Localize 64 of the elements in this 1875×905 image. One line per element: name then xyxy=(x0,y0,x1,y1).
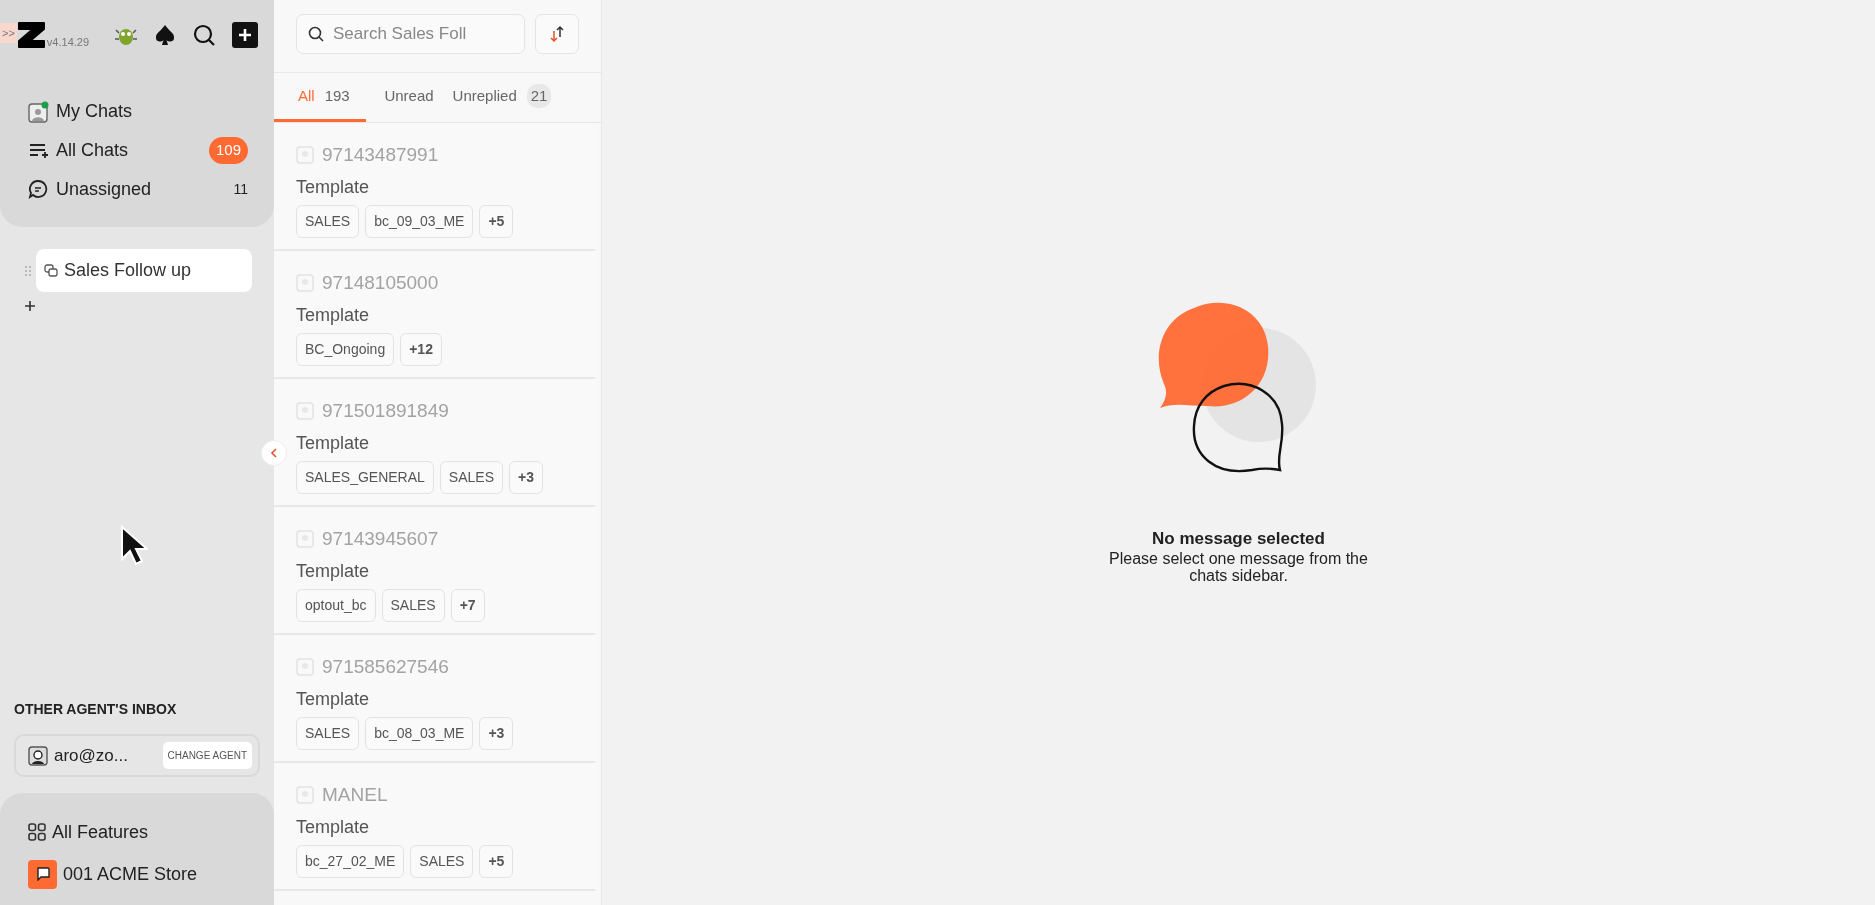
tag: +12 xyxy=(400,332,442,366)
nav-item[interactable]: My Chats xyxy=(0,92,274,131)
user-icon xyxy=(28,100,50,123)
search-field[interactable]: Search Sales Foll xyxy=(296,14,525,54)
tag: SALES xyxy=(381,588,445,622)
empty-state-title: No message selected xyxy=(1152,527,1325,550)
tag: SALES xyxy=(439,460,503,494)
drag-handle-icon xyxy=(24,264,32,277)
tag: bc_08_03_ME xyxy=(365,716,474,750)
grid-icon xyxy=(28,823,46,841)
message-preview: Template xyxy=(296,815,371,839)
empty-state-text: Please select one message from the chats sidebar. xyxy=(1108,551,1369,586)
nav-item[interactable]: Unassigned 11 xyxy=(0,170,274,209)
contact-name: 971501891849 xyxy=(322,399,449,423)
menu-item[interactable]: 001 ACME Store xyxy=(0,853,274,895)
message-preview: Template xyxy=(296,431,371,455)
tab[interactable]: Unreplied 21 xyxy=(452,73,552,122)
tag: +7 xyxy=(450,588,485,622)
tag: SALES xyxy=(410,844,474,878)
message-preview: Template xyxy=(296,559,371,583)
chevron-icon xyxy=(270,448,278,458)
logo-icon xyxy=(16,21,47,49)
tag: bc_09_03_ME xyxy=(365,204,474,238)
tag: +5 xyxy=(479,204,514,238)
tag: SALES xyxy=(296,716,360,750)
message-preview: Template xyxy=(296,687,371,711)
tag: SALES xyxy=(296,204,360,238)
contact-name: 97143487991 xyxy=(322,143,439,167)
tag: +3 xyxy=(509,460,543,494)
agent-selector[interactable]: aro@zo... CHANGE AGENT xyxy=(14,734,260,777)
spade-icon[interactable] xyxy=(154,24,176,46)
change-agent-button[interactable]: CHANGE AGENT xyxy=(162,742,252,769)
version-label: v4.14.29 xyxy=(46,34,90,50)
tag: SALES_GENERAL xyxy=(296,460,434,494)
message-preview: Template xyxy=(296,303,371,327)
nav-item[interactable]: All Chats 109 xyxy=(0,131,274,170)
avatar-icon xyxy=(28,745,48,766)
section-heading: OTHER AGENT'S INBOX xyxy=(13,700,178,719)
tag: bc_27_02_ME xyxy=(296,844,405,878)
contact-name: MANEL xyxy=(322,783,388,807)
menu-item[interactable]: All Features xyxy=(0,811,274,853)
add-icon[interactable] xyxy=(24,300,36,312)
contact-name: 97148105000 xyxy=(322,271,439,295)
expand-button[interactable]: >> xyxy=(0,22,17,44)
search-icon xyxy=(308,26,324,42)
tab[interactable]: Unread xyxy=(366,73,452,122)
contact-name: 971585627546 xyxy=(322,655,449,679)
message-preview: Template xyxy=(296,175,371,199)
tag: +3 xyxy=(479,716,514,750)
tag: optout_bc xyxy=(296,588,376,622)
contact-name: 97143945607 xyxy=(322,527,439,551)
chat-icon xyxy=(28,178,50,201)
cursor-icon xyxy=(120,525,148,565)
count-badge: 109 xyxy=(208,137,248,164)
add-icon[interactable] xyxy=(232,22,258,48)
folder-item[interactable]: Sales Follow up xyxy=(36,249,252,292)
tag: +5 xyxy=(479,844,514,878)
count-label: 11 xyxy=(233,180,248,199)
sort-icon xyxy=(550,25,564,43)
sort-button[interactable] xyxy=(535,14,579,54)
chat-icon xyxy=(44,263,58,278)
tag: BC_Ongoing xyxy=(296,332,395,366)
store-icon xyxy=(28,859,57,889)
search-icon[interactable] xyxy=(192,23,216,47)
